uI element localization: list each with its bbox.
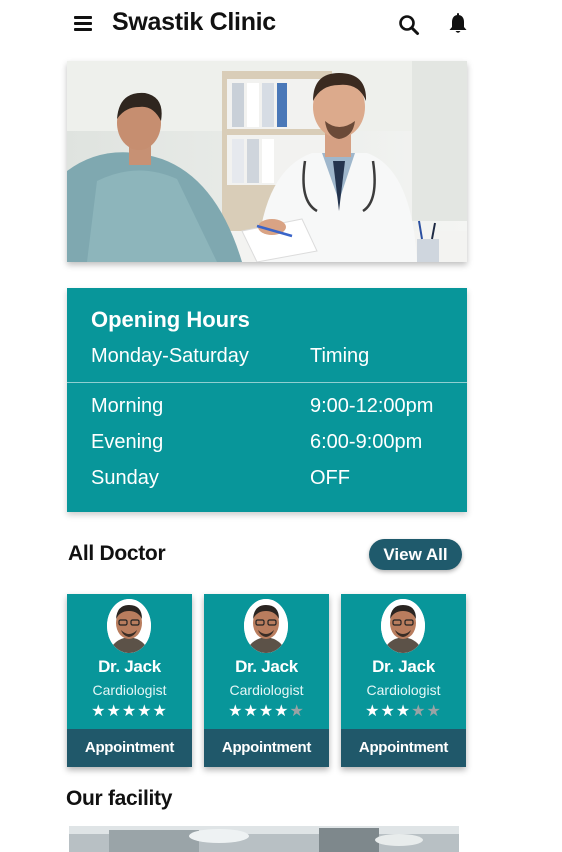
app-header: Swastik Clinic: [0, 0, 562, 50]
appointment-button[interactable]: Appointment: [341, 729, 466, 767]
doctor-card[interactable]: Dr. Jack Cardiologist ★★★★★ Appointment: [204, 594, 329, 767]
hours-divider: [67, 382, 467, 383]
evening-time: 6:00-9:00pm: [310, 431, 423, 453]
doctor-specialty: Cardiologist: [92, 682, 167, 698]
view-all-button[interactable]: View All: [369, 539, 462, 570]
days-header: Monday-Saturday: [91, 345, 249, 367]
doctor-avatar: [107, 599, 151, 653]
star-filled-icon: ★: [274, 703, 290, 720]
appointment-button[interactable]: Appointment: [204, 729, 329, 767]
doctors-section-title: All Doctor: [68, 542, 166, 565]
doctor-specialty: Cardiologist: [229, 682, 304, 698]
opening-hours-card: Opening Hours Monday-Saturday Timing Mor…: [67, 288, 467, 512]
hamburger-menu-icon[interactable]: [74, 16, 92, 32]
doctor-avatar: [244, 599, 288, 653]
doctor-card[interactable]: Dr. Jack Cardiologist ★★★★★ Appointment: [67, 594, 192, 767]
star-rating: ★★★★★: [204, 702, 329, 722]
star-filled-icon: ★: [243, 703, 259, 720]
star-filled-icon: ★: [137, 703, 153, 720]
search-icon[interactable]: [398, 14, 420, 36]
star-filled-icon: ★: [152, 703, 168, 720]
sunday-label: Sunday: [91, 467, 159, 489]
doctor-card[interactable]: Dr. Jack Cardiologist ★★★★★ Appointment: [341, 594, 466, 767]
doctor-name: Dr. Jack: [98, 657, 161, 676]
doctor-specialty: Cardiologist: [366, 682, 441, 698]
facility-image: [69, 826, 459, 852]
star-filled-icon: ★: [106, 703, 122, 720]
doctor-avatar: [381, 599, 425, 653]
hero-image: [67, 61, 467, 262]
star-empty-icon: ★: [426, 703, 442, 720]
star-rating: ★★★★★: [67, 702, 192, 722]
morning-time: 9:00-12:00pm: [310, 395, 434, 417]
bell-icon[interactable]: [446, 12, 470, 36]
facility-section-title: Our facility: [66, 787, 173, 810]
appointment-button[interactable]: Appointment: [67, 729, 192, 767]
star-empty-icon: ★: [289, 703, 305, 720]
app-title: Swastik Clinic: [112, 8, 276, 36]
morning-label: Morning: [91, 395, 164, 417]
star-empty-icon: ★: [411, 703, 427, 720]
star-filled-icon: ★: [380, 703, 396, 720]
star-filled-icon: ★: [91, 703, 107, 720]
opening-hours-title: Opening Hours: [91, 307, 250, 332]
doctor-name: Dr. Jack: [372, 657, 435, 676]
star-rating: ★★★★★: [341, 702, 466, 722]
evening-label: Evening: [91, 431, 164, 453]
sunday-time: OFF: [310, 467, 350, 489]
timing-header: Timing: [310, 345, 370, 367]
star-filled-icon: ★: [365, 703, 381, 720]
star-filled-icon: ★: [228, 703, 244, 720]
star-filled-icon: ★: [258, 703, 275, 720]
star-filled-icon: ★: [395, 703, 412, 720]
doctor-name: Dr. Jack: [235, 657, 298, 676]
star-filled-icon: ★: [121, 703, 138, 720]
